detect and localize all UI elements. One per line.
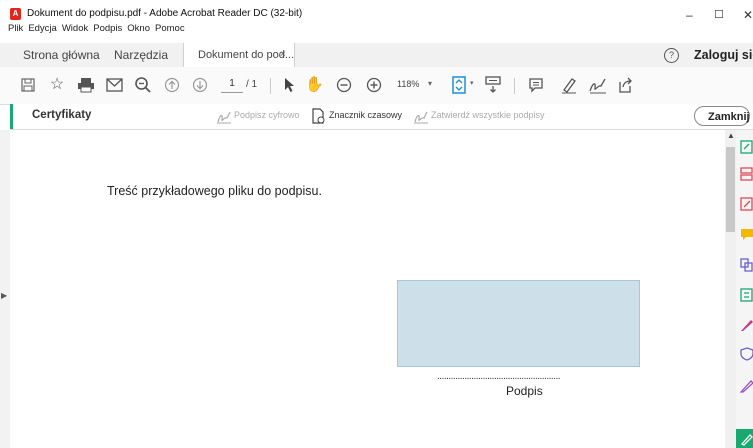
certificates-title: Certyfikaty	[32, 109, 92, 121]
select-pointer-icon[interactable]	[283, 77, 295, 93]
comment-icon[interactable]	[528, 77, 544, 93]
acrobat-app-icon: A	[10, 8, 21, 20]
page-down-icon[interactable]	[192, 77, 208, 93]
organize-pages-icon[interactable]	[740, 167, 753, 181]
save-icon[interactable]	[20, 77, 36, 93]
combine-files-icon[interactable]	[740, 258, 753, 272]
login-link[interactable]: Zaloguj się	[694, 43, 753, 67]
scrollbar-thumb[interactable]	[726, 147, 735, 232]
protect-icon[interactable]	[740, 347, 753, 361]
bookmark-star-icon[interactable]: ☆	[48, 76, 66, 94]
timestamp-button[interactable]: Znacznik czasowy	[329, 110, 402, 120]
tab-home[interactable]: Strona główna	[11, 43, 112, 67]
digital-sign-icon	[217, 111, 231, 124]
main-toolbar: ☆ 1 / 1 ✋ 118% ▾ ▾	[0, 67, 753, 105]
signature-field[interactable]	[397, 280, 640, 367]
validate-all-signatures-button[interactable]: Zatwierdź wszystkie podpisy	[431, 110, 545, 120]
page-number-input[interactable]: 1	[221, 78, 243, 93]
menu-bar: Plik Edycja Widok Podpis Okno Pomoc	[8, 23, 190, 34]
digital-sign-button[interactable]: Podpisz cyfrowo	[234, 110, 300, 120]
tab-close-icon[interactable]: ×	[280, 43, 286, 67]
hand-icon[interactable]: ✋	[305, 76, 324, 94]
print-icon[interactable]	[77, 77, 95, 93]
comment-tool-icon[interactable]	[740, 228, 753, 242]
sign-icon[interactable]	[588, 76, 608, 94]
timestamp-icon	[312, 108, 325, 124]
tab-bar: Strona główna Narzędzia Dokument do pod.…	[0, 43, 753, 68]
maximize-button[interactable]: ☐	[714, 8, 724, 21]
zoom-out-icon[interactable]	[336, 77, 352, 93]
left-navigation-panel	[0, 130, 10, 448]
fit-page-icon[interactable]	[451, 75, 469, 95]
convert-icon[interactable]	[740, 288, 753, 302]
zoom-dropdown-icon[interactable]: ▾	[428, 79, 432, 88]
page-total: / 1	[246, 79, 258, 90]
toolbar-divider	[514, 78, 515, 94]
tab-document[interactable]: Dokument do pod... ×	[183, 43, 295, 67]
email-icon[interactable]	[106, 78, 123, 92]
zoom-search-icon[interactable]	[134, 76, 152, 94]
page-up-icon[interactable]	[164, 77, 180, 93]
menu-file[interactable]: Plik	[8, 23, 23, 34]
fill-sign-icon[interactable]	[740, 318, 753, 332]
zoom-level-select[interactable]: 118%	[397, 79, 419, 89]
edit-pdf-icon[interactable]	[740, 197, 753, 211]
minimize-button[interactable]: –	[686, 8, 693, 22]
fit-dropdown-icon[interactable]: ▾	[470, 79, 474, 87]
signature-label: Podpis	[506, 384, 543, 398]
menu-edit[interactable]: Edycja	[28, 23, 57, 34]
scroll-mode-icon[interactable]	[484, 75, 502, 95]
toolbar-divider	[270, 78, 271, 94]
menu-window[interactable]: Okno	[127, 23, 150, 34]
zoom-in-icon[interactable]	[366, 77, 382, 93]
document-body-text: Treść przykładowego pliku do podpisu.	[107, 184, 322, 198]
close-certificates-button[interactable]: Zamknij	[694, 106, 750, 126]
scroll-up-icon[interactable]: ▲	[727, 131, 735, 140]
certificates-tool-icon[interactable]	[740, 432, 753, 446]
certificates-bar: Certyfikaty Podpisz cyfrowo Znacznik cza…	[10, 104, 753, 130]
menu-help[interactable]: Pomoc	[155, 23, 185, 34]
menu-view[interactable]: Widok	[62, 23, 88, 34]
highlight-pen-icon[interactable]	[561, 76, 577, 94]
menu-sign[interactable]: Podpis	[93, 23, 122, 34]
share-icon[interactable]	[616, 76, 634, 94]
export-pdf-icon[interactable]	[740, 140, 753, 154]
signature-line: ........................................…	[437, 371, 561, 382]
tab-tools[interactable]: Narzędzia	[102, 43, 180, 67]
validate-signatures-icon	[414, 111, 428, 124]
expand-left-panel-icon[interactable]: ▶	[1, 291, 7, 300]
help-icon[interactable]: ?	[664, 48, 679, 63]
window-title: Dokument do podpisu.pdf - Adobe Acrobat …	[27, 8, 303, 19]
certificates-accent-bar	[10, 104, 13, 129]
sign-tool-icon[interactable]	[740, 379, 753, 393]
close-window-button[interactable]: ✕	[743, 8, 753, 22]
